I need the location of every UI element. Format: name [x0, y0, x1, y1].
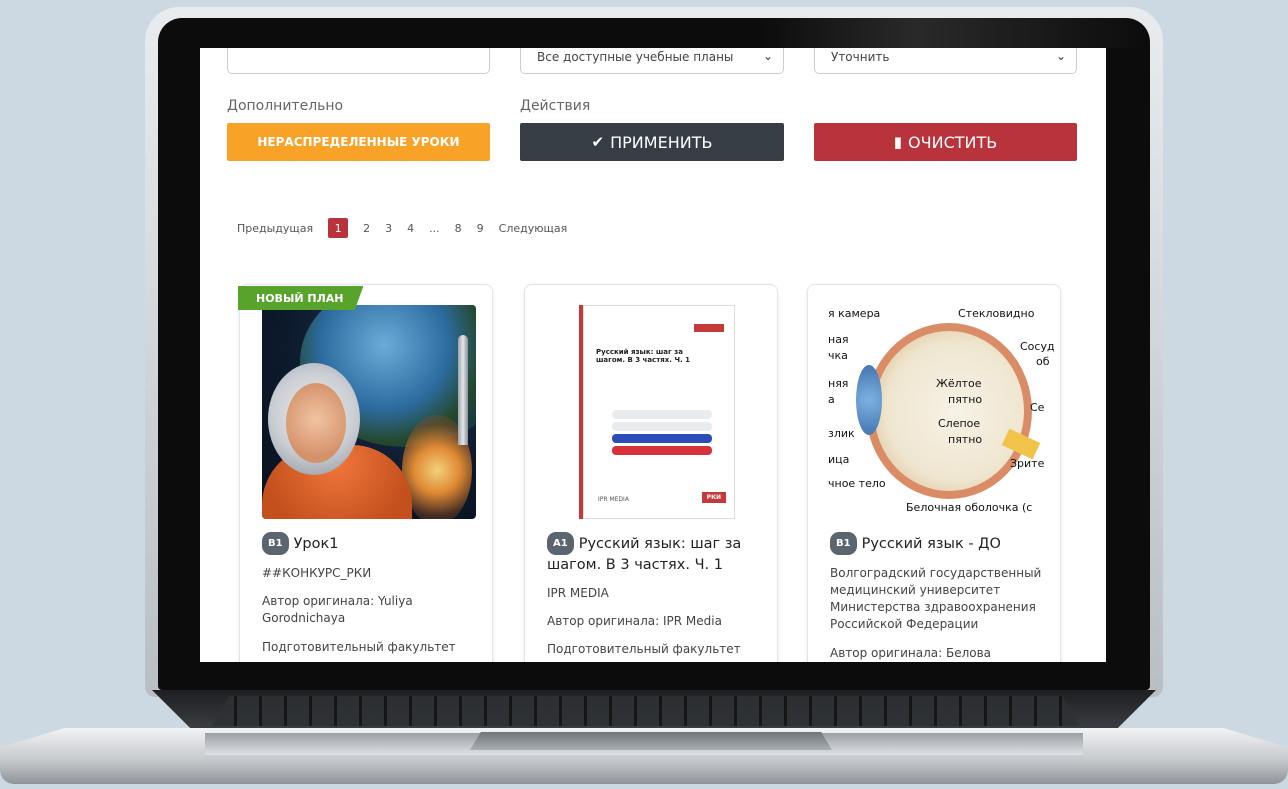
- plan-card[interactable]: я камера Стекловидно Сосуд об ная чка ня…: [807, 284, 1061, 662]
- unassigned-lessons-label: НЕРАСПРЕДЕЛЕННЫЕ УРОКИ: [257, 135, 460, 149]
- flag-stroke: [612, 410, 712, 419]
- cover-title: Русский язык: шаг за шагом. В 3 частях. …: [596, 348, 690, 364]
- page-8[interactable]: 8: [455, 222, 462, 235]
- rocket-shape: [458, 335, 468, 445]
- cosmonaut-image: [262, 305, 476, 519]
- pagination-next[interactable]: Следующая: [499, 222, 568, 235]
- diagram-label: Стекловидно: [958, 307, 1035, 320]
- diagram-label: Жёлтое: [936, 377, 982, 390]
- plan-card[interactable]: B1 Урок1 ##КОНКУРС_РКИ Автор оригинала: Y…: [239, 284, 493, 662]
- card-title-text: Русский язык: шаг за шагом. В 3 частях. …: [547, 536, 742, 573]
- cover-badge: РКИ: [701, 492, 726, 503]
- card-publisher: IPR MEDIA: [547, 586, 609, 600]
- diagram-label: об: [1036, 355, 1050, 368]
- page-ellipsis: ...: [429, 221, 440, 235]
- pagination-prev[interactable]: Предыдущая: [237, 222, 313, 235]
- unassigned-lessons-button[interactable]: НЕРАСПРЕДЕЛЕННЫЕ УРОКИ: [227, 123, 490, 161]
- eraser-icon: ▮: [893, 133, 903, 151]
- cover-brand: IPR MEDIA: [598, 496, 629, 503]
- pagination: Предыдущая 1 2 3 4 ... 8 9 Следующая: [237, 218, 582, 238]
- diagram-label: а: [828, 393, 835, 406]
- card-tag: ##КОНКУРС_РКИ: [262, 566, 372, 580]
- diagram-label: Белочная оболочка (с: [906, 501, 1033, 514]
- eyeball-shape: [866, 323, 1032, 499]
- card-organization: Волгоградский государственный медицински…: [830, 566, 1042, 631]
- clear-button[interactable]: ▮ ОЧИСТИТЬ: [814, 123, 1077, 161]
- card-title[interactable]: B1 Русский язык - ДО: [830, 532, 1045, 555]
- card-title-text: Урок1: [293, 536, 339, 552]
- card-author: Автор оригинала: Yuliya Gorodnichaya: [262, 594, 413, 625]
- diagram-label: пятно: [948, 393, 983, 406]
- flag-stroke: [612, 422, 712, 431]
- diagram-label: я камера: [828, 307, 881, 320]
- page-9[interactable]: 9: [477, 222, 484, 235]
- diagram-label: няя: [828, 377, 849, 390]
- card-faculty: Подготовительный факультет: [547, 642, 741, 656]
- book-cover: Русский язык: шаг за шагом. В 3 частях. …: [583, 305, 735, 519]
- diagram-label: чка: [828, 349, 848, 362]
- trackpad: [470, 732, 832, 750]
- flag-stroke: [612, 446, 712, 455]
- book-cover-image: Русский язык: шаг за шагом. В 3 частях. …: [547, 305, 761, 519]
- card-title-text: Русский язык - ДО: [861, 536, 1001, 552]
- flag-stroke: [612, 434, 712, 443]
- page-1[interactable]: 1: [328, 218, 349, 238]
- check-icon: ✔: [591, 133, 605, 151]
- page-2[interactable]: 2: [363, 222, 370, 235]
- card-title[interactable]: A1 Русский язык: шаг за шагом. В 3 частях…: [547, 532, 762, 576]
- app-screen: Все доступные учебные планы ⌄ Уточнить ⌄…: [200, 48, 1106, 662]
- partial-select-field[interactable]: [227, 48, 490, 74]
- additional-label: Дополнительно: [227, 98, 344, 114]
- page-4[interactable]: 4: [407, 222, 414, 235]
- level-badge: A1: [547, 532, 574, 555]
- diagram-label: ица: [828, 453, 850, 466]
- level-badge: B1: [830, 532, 857, 555]
- actions-label: Действия: [520, 98, 591, 114]
- diagram-label: чное тело: [828, 477, 886, 490]
- diagram-label: ная: [828, 333, 849, 346]
- plans-select-value: Все доступные учебные планы: [537, 50, 734, 64]
- new-plan-ribbon: НОВЫЙ ПЛАН: [238, 286, 364, 310]
- diagram-label: Се: [1030, 401, 1045, 414]
- chevron-down-icon: ⌄: [1055, 49, 1066, 63]
- diagram-label: Сосуд: [1020, 340, 1055, 353]
- card-faculty: Подготовительный факультет: [262, 640, 456, 654]
- cover-tag: [694, 324, 724, 332]
- chevron-down-icon: ⌄: [762, 49, 773, 63]
- apply-label: ПРИМЕНИТЬ: [610, 132, 713, 152]
- diagram-label: Зрите: [1010, 457, 1045, 470]
- clear-label: ОЧИСТИТЬ: [908, 132, 998, 152]
- plans-select[interactable]: Все доступные учебные планы ⌄: [520, 48, 784, 74]
- diagram-label: Слепое: [938, 417, 981, 430]
- refine-select[interactable]: Уточнить ⌄: [814, 48, 1077, 74]
- refine-select-value: Уточнить: [831, 50, 890, 64]
- keyboard-keys: [212, 696, 1080, 726]
- apply-button[interactable]: ✔ ПРИМЕНИТЬ: [520, 123, 784, 161]
- face-shape: [286, 383, 346, 463]
- card-title[interactable]: B1 Урок1: [262, 532, 477, 555]
- card-author: Автор оригинала: IPR Media: [547, 614, 722, 628]
- level-badge: B1: [262, 532, 289, 555]
- card-author: Автор оригинала: Белова: [830, 646, 992, 660]
- page-3[interactable]: 3: [385, 222, 392, 235]
- diagram-label: злик: [828, 427, 855, 440]
- diagram-label: пятно: [948, 433, 983, 446]
- lens-shape: [856, 365, 882, 435]
- eye-diagram-image: я камера Стекловидно Сосуд об ная чка ня…: [808, 305, 1058, 519]
- plan-card[interactable]: Русский язык: шаг за шагом. В 3 частях. …: [524, 284, 778, 662]
